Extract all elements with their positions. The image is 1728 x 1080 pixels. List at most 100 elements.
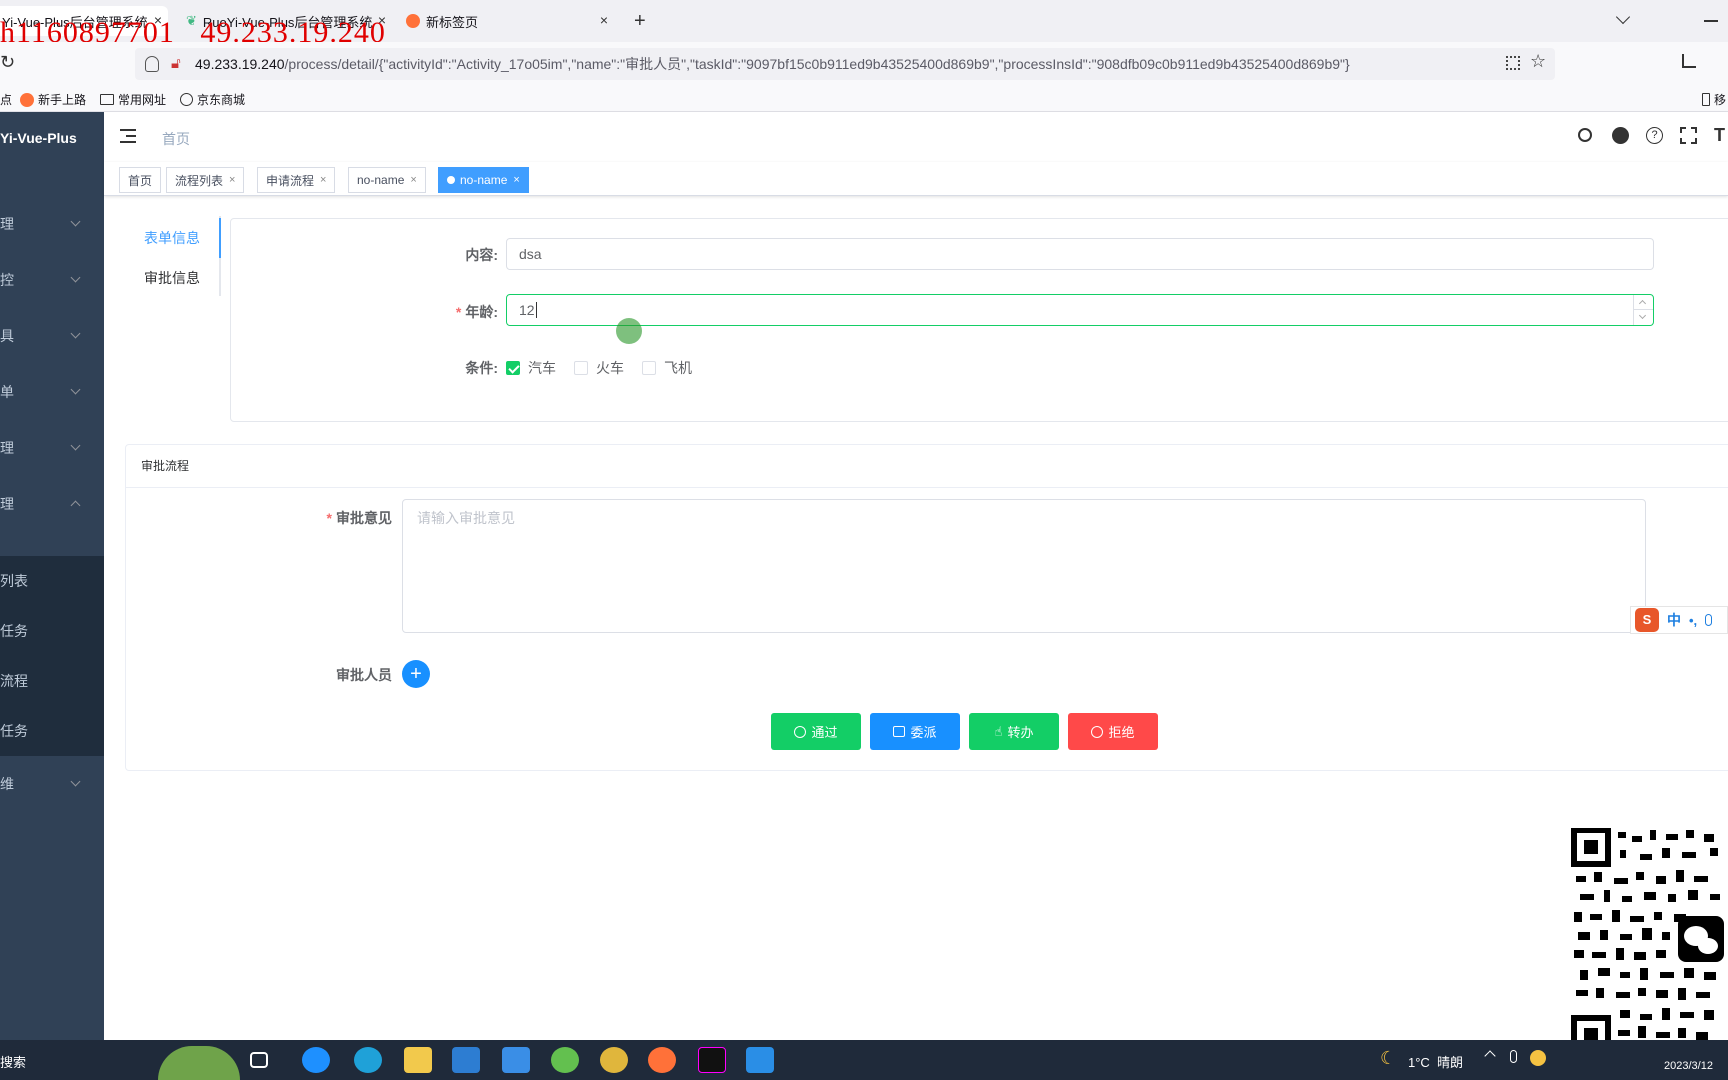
button-label: 通过 — [811, 725, 838, 740]
windows-taskbar: 搜索 ☾ 1°C 晴朗 2023/3/12 — [0, 1040, 1728, 1080]
task-view-icon[interactable] — [250, 1052, 268, 1068]
shield-icon[interactable] — [145, 56, 159, 72]
reject-button[interactable]: 拒绝 — [1068, 713, 1158, 750]
sidebar-menu-item[interactable]: 控 — [0, 252, 104, 308]
comment-icon — [893, 726, 906, 737]
intellij-icon[interactable] — [698, 1047, 726, 1073]
age-number-input[interactable]: 12 — [506, 294, 1654, 326]
tab-list-chevron-icon[interactable] — [1615, 9, 1631, 25]
add-approver-button[interactable]: + — [402, 660, 430, 688]
checkbox-icon — [642, 361, 656, 375]
app-green-icon[interactable] — [551, 1047, 579, 1073]
address-bar[interactable]: 🔓︎ 49.233.19.240/process/detail/{"activi… — [135, 48, 1555, 80]
sidebar-subitem[interactable]: 任务 — [0, 706, 104, 756]
bookmark-item[interactable]: 点 — [0, 91, 12, 108]
stepper-up-icon[interactable] — [1638, 299, 1647, 308]
hand-icon: ☝ — [994, 723, 1003, 739]
insecure-lock-icon[interactable]: 🔓︎ — [171, 55, 181, 72]
stepper-down-icon[interactable] — [1638, 311, 1647, 320]
ime-punct[interactable]: •, — [1689, 613, 1697, 628]
sidebar: Yi-Vue-Plus 理 控 具 单 理 理 列表 任务 流程 任务 维 — [0, 112, 104, 1040]
tab-close-icon[interactable]: × — [600, 12, 608, 28]
store-icon[interactable] — [452, 1047, 480, 1073]
github-icon[interactable] — [1612, 127, 1629, 144]
tag-label: no-name — [357, 173, 405, 187]
star-bookmark-icon[interactable]: ☆ — [1530, 51, 1546, 72]
sidebar-subitem[interactable]: 列表 — [0, 556, 104, 606]
sidebar-menu-label: 维 — [0, 776, 14, 792]
sidebar-menu-item[interactable]: 具 — [0, 308, 104, 364]
tag-home[interactable]: 首页 — [119, 167, 162, 193]
opinion-textarea[interactable]: 请输入审批意见 — [402, 499, 1646, 633]
sidebar-menu-item[interactable]: 单 — [0, 364, 104, 420]
bookmark-item[interactable]: 京东商城 — [180, 91, 245, 108]
weather-text[interactable]: 1°C 晴朗 — [1408, 1052, 1463, 1071]
url-path: /process/detail/{"activityId":"Activity_… — [284, 56, 1350, 72]
ie-browser-icon[interactable] — [302, 1047, 330, 1073]
minimize-icon[interactable] — [1704, 20, 1718, 22]
tab-label: 审批信息 — [144, 270, 200, 286]
checkbox-train[interactable]: 火车 — [574, 358, 624, 378]
font-size-icon[interactable]: T — [1714, 125, 1725, 146]
approval-card-header: 审批流程 — [125, 444, 1728, 488]
stepper-divider — [1634, 309, 1653, 310]
mobile-bookmarks[interactable]: 移 — [1702, 91, 1726, 108]
new-tab-button[interactable]: + — [634, 10, 646, 33]
browser-tab[interactable]: 新标签页 × — [406, 6, 616, 36]
qr-code-icon[interactable] — [1506, 56, 1520, 70]
breadcrumb[interactable]: 首页 — [162, 129, 190, 149]
opinion-label: 审批意见 — [336, 510, 392, 526]
sidebar-menu-item[interactable]: 维 — [0, 756, 104, 812]
fullscreen-icon[interactable] — [1680, 127, 1697, 144]
vscode-icon[interactable] — [746, 1047, 774, 1073]
sidebar-menu-item[interactable]: 理 — [0, 420, 104, 476]
help-icon[interactable]: ? — [1646, 127, 1663, 144]
reload-icon[interactable]: ↻ — [0, 52, 15, 73]
chevron-down-icon — [70, 776, 81, 787]
transfer-button[interactable]: ☝ 转办 — [969, 713, 1059, 750]
tag-apply-process[interactable]: 申请流程 × — [257, 167, 336, 193]
edge-browser-icon[interactable] — [354, 1047, 382, 1073]
tag-close-icon[interactable]: × — [229, 174, 235, 186]
tray-app-icon[interactable] — [1530, 1050, 1546, 1066]
tag-close-icon[interactable]: × — [320, 174, 326, 186]
approve-button[interactable]: 通过 — [771, 713, 861, 750]
tag-process-list[interactable]: 流程列表 × — [166, 167, 245, 193]
tag-label: no-name — [460, 173, 508, 187]
tray-expand-icon[interactable] — [1484, 1050, 1496, 1062]
tab-form-info[interactable]: 表单信息 — [130, 218, 220, 258]
search-icon[interactable] — [1578, 128, 1592, 142]
sidebar-submenu: 列表 任务 流程 任务 — [0, 556, 104, 756]
content-input[interactable]: dsa — [506, 238, 1654, 270]
chrome-icon[interactable] — [600, 1047, 628, 1073]
sidebar-subitem[interactable]: 任务 — [0, 606, 104, 656]
taskbar-search[interactable]: 搜索 — [0, 1052, 26, 1071]
tag-no-name-active[interactable]: no-name × — [438, 167, 529, 193]
tag-close-icon[interactable]: × — [513, 174, 519, 186]
sidebar-subitem[interactable]: 流程 — [0, 656, 104, 706]
microphone-icon[interactable] — [1705, 614, 1713, 626]
mail-icon[interactable] — [502, 1047, 530, 1073]
firefox-taskbar-icon[interactable] — [648, 1047, 676, 1073]
tag-no-name[interactable]: no-name × — [348, 167, 426, 193]
tag-label: 首页 — [128, 173, 153, 188]
tag-close-icon[interactable]: × — [410, 174, 416, 186]
tags-view: 首页 流程列表 × 申请流程 × no-name × no-name × — [104, 162, 1728, 196]
crop-icon[interactable] — [1682, 54, 1696, 68]
ime-toolbar[interactable]: S 中 •, — [1630, 606, 1728, 634]
file-explorer-icon[interactable] — [404, 1047, 432, 1073]
sidebar-menu-item[interactable]: 理 — [0, 196, 104, 252]
ime-mode[interactable]: 中 — [1667, 610, 1681, 630]
bookmark-folder[interactable]: 常用网址 — [100, 91, 166, 108]
sidebar-menu-item-expanded[interactable]: 理 — [0, 476, 104, 532]
tray-microphone-icon[interactable] — [1510, 1050, 1517, 1063]
sogou-logo-icon: S — [1635, 608, 1659, 632]
checkbox-car[interactable]: 汽车 — [506, 358, 556, 378]
taskbar-date[interactable]: 2023/3/12 — [1664, 1060, 1713, 1072]
checkbox-plane[interactable]: 飞机 — [642, 358, 692, 378]
tab-approval-info[interactable]: 审批信息 — [130, 258, 220, 298]
delegate-button[interactable]: 委派 — [870, 713, 960, 750]
number-stepper[interactable] — [1633, 295, 1653, 325]
bookmark-item[interactable]: 新手上路 — [20, 91, 86, 108]
hamburger-icon[interactable] — [120, 129, 136, 143]
